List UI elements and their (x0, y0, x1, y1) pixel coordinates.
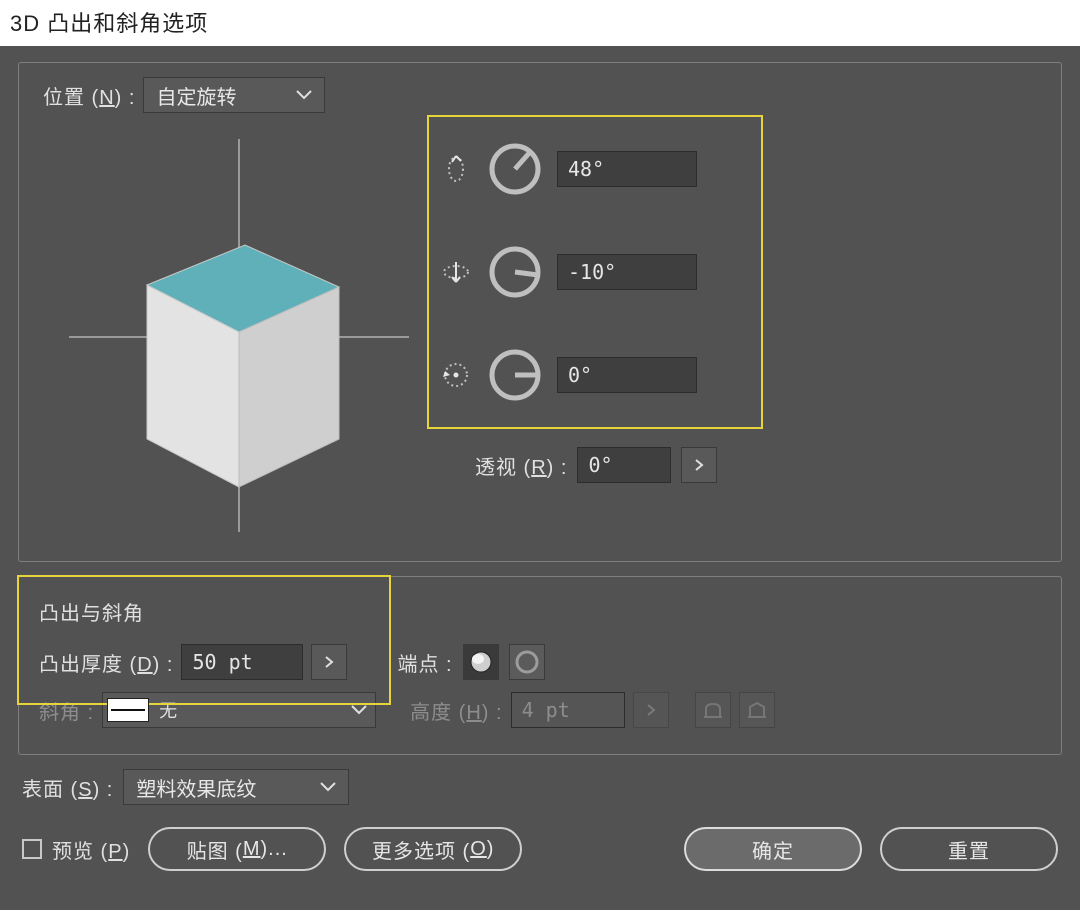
rotate-z-icon (439, 361, 473, 389)
reset-button[interactable]: 重置 (880, 827, 1058, 871)
rotate-y-input[interactable]: -10° (557, 254, 697, 290)
rotation-cube-preview[interactable] (39, 127, 419, 537)
position-dropdown[interactable]: 自定旋转 (143, 77, 325, 113)
rotate-y-row: -10° (439, 244, 751, 300)
ok-button[interactable]: 确定 (684, 827, 862, 871)
chevron-down-icon (351, 705, 367, 715)
checkbox-icon (22, 839, 42, 859)
extrude-depth-stepper[interactable] (311, 644, 347, 680)
cap-on-button[interactable] (463, 644, 499, 680)
chevron-down-icon (320, 782, 336, 792)
position-label: 位置 (N) : (43, 81, 135, 110)
surface-label: 表面 (S) : (22, 773, 113, 802)
rotation-highlight-box: 48° -10° (427, 115, 763, 429)
more-options-button[interactable]: 更多选项 (O) (344, 827, 522, 871)
bevel-out-button (739, 692, 775, 728)
rotate-z-input[interactable]: 0° (557, 357, 697, 393)
rotate-z-dial[interactable] (487, 347, 543, 403)
rotate-z-row: 0° (439, 347, 751, 403)
position-fieldset: 位置 (N) : 自定旋转 (18, 62, 1062, 562)
map-art-button[interactable]: 贴图 (M)... (148, 827, 326, 871)
cap-label: 端点 : (397, 648, 452, 677)
bevel-height-label: 高度 (H) : (410, 696, 502, 725)
extrude-section-title: 凸出与斜角 (39, 597, 1041, 626)
perspective-input[interactable]: 0° (577, 447, 671, 483)
window-title: 3D 凸出和斜角选项 (0, 0, 1080, 46)
extrude-highlight-box (17, 575, 391, 705)
bevel-label: 斜角 : (39, 696, 94, 725)
perspective-label: 透视 (R) : (475, 451, 567, 480)
surface-dropdown-value: 塑料效果底纹 (136, 773, 256, 802)
preview-label: 预览 (P) (52, 835, 130, 864)
rotate-y-icon (439, 259, 473, 285)
rotate-x-input[interactable]: 48° (557, 151, 697, 187)
perspective-row: 透视 (R) : 0° (475, 447, 763, 483)
position-dropdown-value: 自定旋转 (156, 81, 236, 110)
chevron-down-icon (296, 90, 312, 100)
preview-checkbox[interactable]: 预览 (P) (22, 835, 130, 864)
surface-dropdown[interactable]: 塑料效果底纹 (123, 769, 349, 805)
bevel-swatch-icon (107, 698, 149, 722)
dialog-footer: 预览 (P) 贴图 (M)... 更多选项 (O) 确定 重置 (18, 825, 1062, 873)
bevel-height-input: 4 pt (511, 692, 625, 728)
extrude-depth-label: 凸出厚度 (D) : (39, 648, 173, 677)
rotate-x-row: 48° (439, 141, 751, 197)
bevel-dropdown-value: 无 (159, 697, 177, 723)
rotate-y-dial[interactable] (487, 244, 543, 300)
bevel-dropdown[interactable]: 无 (102, 692, 376, 728)
extrude-bevel-fieldset: 凸出与斜角 凸出厚度 (D) : 50 pt 端点 : (18, 576, 1062, 755)
extrude-depth-input[interactable]: 50 pt (181, 644, 303, 680)
perspective-stepper[interactable] (681, 447, 717, 483)
bevel-in-button (695, 692, 731, 728)
rotate-x-dial[interactable] (487, 141, 543, 197)
cap-off-button[interactable] (509, 644, 545, 680)
rotate-x-icon (439, 155, 473, 183)
bevel-height-stepper (633, 692, 669, 728)
